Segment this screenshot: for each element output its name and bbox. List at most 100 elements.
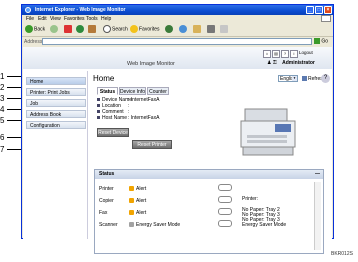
sidebar-item-address-book[interactable]: Address Book (26, 110, 86, 118)
menu-help[interactable]: Help (101, 16, 111, 22)
callout-6: 6 (0, 133, 5, 142)
menu-tools[interactable]: Tools (86, 16, 98, 22)
home-link-icon[interactable]: ⌂ (263, 50, 271, 58)
address-bar: Address Go (22, 37, 333, 46)
search-link-icon[interactable]: ▤ (272, 50, 280, 58)
back-label: Back (34, 26, 46, 33)
tab-counter[interactable]: Counter (147, 87, 169, 95)
search-label: Search (112, 26, 128, 33)
callout-1: 1 (0, 72, 5, 81)
energy-saver-icon (129, 222, 134, 228)
tab-device-info[interactable]: Device Info (119, 87, 146, 95)
main-panel: Home English ▼ Refresh ? Status Device In… (89, 71, 331, 254)
go-arrow-icon (314, 38, 320, 44)
favorites-button[interactable]: Favorites (130, 25, 160, 34)
info-link-icon[interactable]: i (290, 50, 298, 58)
callout-7: 7 (0, 145, 5, 154)
sidebar: Home Printer: Print Jobs Job Address Boo… (23, 71, 88, 239)
search-button[interactable]: Search (103, 25, 128, 34)
menu-bar: File Edit View Favorites Tools Help (22, 15, 333, 23)
function-state: Alert (136, 186, 147, 192)
status-row-scanner: Scanner Energy Saver Mode (99, 222, 180, 228)
address-input[interactable] (42, 38, 312, 45)
sidebar-item-label: Printer: Print Jobs (30, 90, 70, 96)
reset-device-button[interactable]: Reset Device (97, 128, 129, 137)
forward-arrow-icon (50, 25, 58, 33)
refresh-icon (302, 76, 307, 82)
function-name: Scanner (99, 222, 118, 228)
copier-status-detail-button[interactable] (218, 196, 232, 203)
refresh-icon (76, 25, 84, 33)
back-button[interactable]: Back (25, 25, 45, 34)
sidebar-item-printer-print-jobs[interactable]: Printer: Print Jobs (26, 88, 86, 96)
go-label: Go (321, 38, 329, 45)
product-name: Web Image Monitor (127, 61, 175, 67)
history-button[interactable] (179, 25, 188, 34)
media-button[interactable] (165, 25, 174, 34)
stop-button[interactable] (64, 25, 73, 34)
fax-status-detail-button[interactable] (218, 208, 232, 215)
lock-icon: ⚿ (272, 60, 277, 66)
favorites-label: Favorites (139, 26, 160, 33)
history-icon (179, 25, 187, 33)
function-state: Energy Saver Mode (136, 222, 181, 228)
language-select[interactable]: English ▼ (278, 75, 298, 82)
status-row-fax: Fax Alert (99, 210, 146, 216)
header-banner: Web Image Monitor ⌂ ▤? i Logout ♟ ⚿ Admini… (23, 47, 332, 69)
title-bar: Internet Explorer - Web Image Monitor _ … (22, 5, 333, 15)
printer-image (237, 105, 299, 157)
sidebar-item-home[interactable]: Home (26, 77, 86, 85)
sidebar-item-label: Home (30, 79, 44, 85)
reset-printer-job-button[interactable]: Reset Printer Job (132, 140, 172, 157)
menu-view[interactable]: View (50, 16, 61, 22)
mail-button[interactable] (193, 25, 202, 34)
printer-status-detail-button[interactable] (218, 184, 232, 191)
callout-3: 3 (0, 94, 5, 103)
alert-icon (129, 198, 134, 204)
tab-status[interactable]: Status (97, 87, 118, 95)
function-state: Alert (136, 198, 147, 204)
bullet-icon (97, 98, 100, 102)
minimize-button[interactable]: _ (306, 6, 314, 14)
menu-favorites[interactable]: Favorites (64, 16, 85, 22)
star-icon (130, 25, 138, 33)
ie-icon (25, 7, 31, 13)
home-icon (88, 25, 96, 33)
scanner-status-detail-button[interactable] (218, 220, 232, 227)
bullet-icon (97, 104, 100, 108)
toolbar: Back Search Favorites (22, 23, 333, 37)
logout-link[interactable]: Logout (299, 50, 313, 55)
user-name: Administrator (282, 60, 315, 66)
refresh-page-button[interactable] (76, 25, 85, 34)
print-icon (207, 25, 215, 33)
browser-window: Internet Explorer - Web Image Monitor _ … (21, 4, 334, 254)
user-icon: ♟ (267, 60, 272, 66)
menu-edit[interactable]: Edit (38, 16, 47, 22)
maximize-button[interactable]: □ (315, 6, 323, 14)
forward-button[interactable] (50, 25, 59, 34)
sidebar-item-configuration[interactable]: Configuration (26, 121, 86, 129)
callout-5: 5 (0, 116, 5, 125)
status-header: Status — (95, 170, 323, 179)
function-name: Printer (99, 186, 114, 192)
menu-file[interactable]: File (26, 16, 34, 22)
sidebar-item-job[interactable]: Job (26, 99, 86, 107)
status-detail-scrollbar[interactable] (314, 182, 321, 250)
go-button[interactable]: Go (314, 38, 331, 45)
callout-2: 2 (0, 83, 5, 92)
collapse-icon[interactable]: — (315, 170, 320, 179)
bullet-icon (97, 116, 100, 120)
print-button[interactable] (207, 25, 216, 34)
close-button[interactable]: × (324, 6, 332, 14)
edit-button[interactable] (220, 25, 229, 34)
help-link-icon[interactable]: ? (281, 50, 289, 58)
bullet-icon (97, 110, 100, 114)
figure-code: BKR012S (331, 251, 353, 257)
help-icon[interactable]: ? (321, 74, 330, 83)
home-button[interactable] (88, 25, 97, 34)
status-row-copier: Copier Alert (99, 198, 146, 204)
sidebar-item-label: Address Book (30, 112, 62, 118)
stop-icon (64, 25, 72, 33)
status-detail-text: Printer: (242, 196, 259, 202)
user-area: ♟ ⚿ Administrator (267, 60, 315, 66)
